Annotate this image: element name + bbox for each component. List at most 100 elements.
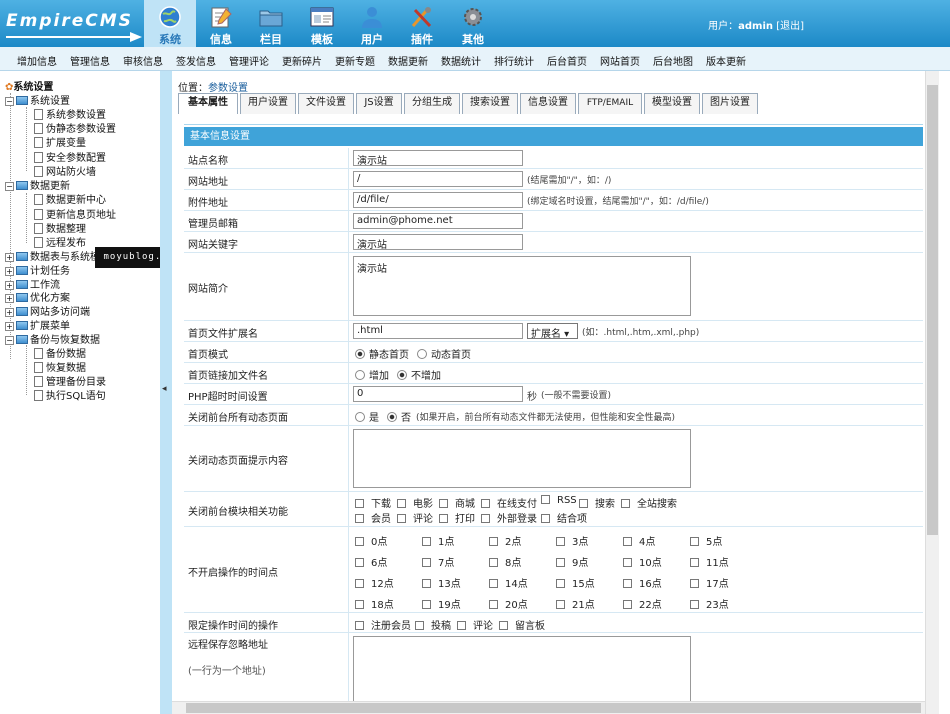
- nav-tab-template[interactable]: 模板: [296, 0, 348, 47]
- tree-item[interactable]: 数据整理: [34, 220, 86, 235]
- tree-group[interactable]: + 计划任务: [5, 262, 70, 277]
- expand-icon[interactable]: +: [5, 294, 14, 303]
- timeout-input[interactable]: 0: [353, 386, 523, 402]
- tree-item[interactable]: 管理备份目录: [34, 373, 106, 388]
- hour-checkbox[interactable]: 9点: [556, 554, 588, 569]
- hour-checkbox[interactable]: 17点: [690, 575, 729, 590]
- expand-icon[interactable]: +: [5, 308, 14, 317]
- checkbox-combined[interactable]: 结合项: [541, 510, 587, 525]
- expand-icon[interactable]: +: [5, 322, 14, 331]
- tree-group-update[interactable]: − 数据更新: [5, 177, 70, 192]
- sub-menu-item[interactable]: 排行统计: [494, 53, 534, 68]
- hour-checkbox[interactable]: 11点: [690, 554, 729, 569]
- tree-group-system[interactable]: − 系统设置: [5, 92, 70, 107]
- checkbox-member[interactable]: 会员: [355, 510, 391, 525]
- keywords-input[interactable]: 演示站: [353, 234, 523, 250]
- hour-checkbox[interactable]: 16点: [623, 575, 662, 590]
- remote-textarea[interactable]: [353, 636, 691, 704]
- hour-checkbox[interactable]: 21点: [556, 596, 595, 611]
- tab-user[interactable]: 用户设置: [240, 93, 296, 114]
- sub-menu-item[interactable]: 网站首页: [600, 53, 640, 68]
- nav-tab-system[interactable]: 系统: [144, 0, 196, 47]
- hour-checkbox[interactable]: 12点: [355, 575, 394, 590]
- checkbox-site-search[interactable]: 全站搜索: [621, 495, 677, 510]
- collapse-arrow-icon[interactable]: ◂: [162, 384, 167, 394]
- tab-image[interactable]: 图片设置: [702, 93, 758, 114]
- tab-model[interactable]: 模型设置: [644, 93, 700, 114]
- close-msg-textarea[interactable]: [353, 429, 691, 488]
- checkbox-comment[interactable]: 评论: [457, 617, 493, 632]
- hour-checkbox[interactable]: 19点: [422, 596, 461, 611]
- hour-checkbox[interactable]: 23点: [690, 596, 729, 611]
- sub-menu-item[interactable]: 管理信息: [70, 53, 110, 68]
- radio-yes[interactable]: 是: [355, 409, 379, 424]
- tree-item[interactable]: 更新信息页地址: [34, 206, 116, 221]
- tree-item[interactable]: 安全参数配置: [34, 149, 106, 164]
- hour-checkbox[interactable]: 22点: [623, 596, 662, 611]
- checkbox-guestbook[interactable]: 留言板: [499, 617, 545, 632]
- collapse-icon[interactable]: −: [5, 336, 14, 345]
- sub-menu-item[interactable]: 后台地图: [653, 53, 693, 68]
- tree-item[interactable]: 备份数据: [34, 345, 86, 360]
- hour-checkbox[interactable]: 3点: [556, 533, 588, 548]
- tree-item[interactable]: 恢复数据: [34, 359, 86, 374]
- checkbox-search[interactable]: 搜索: [579, 495, 615, 510]
- radio-dynamic[interactable]: 动态首页: [417, 346, 471, 361]
- tree-group[interactable]: + 优化方案: [5, 289, 70, 304]
- tree-item[interactable]: 执行SQL语句: [34, 387, 106, 402]
- sub-menu-item[interactable]: 更新专题: [335, 53, 375, 68]
- logout-link[interactable]: [退出]: [776, 21, 804, 32]
- horizontal-scrollbar[interactable]: [172, 701, 925, 714]
- hour-checkbox[interactable]: 7点: [422, 554, 454, 569]
- hour-checkbox[interactable]: 5点: [690, 533, 722, 548]
- nav-tab-user[interactable]: 用户: [346, 0, 398, 47]
- radio-no-add[interactable]: 不增加: [397, 367, 441, 382]
- hour-checkbox[interactable]: 10点: [623, 554, 662, 569]
- scroll-thumb[interactable]: [186, 703, 921, 713]
- sub-menu-item[interactable]: 审核信息: [123, 53, 163, 68]
- vertical-scrollbar[interactable]: [925, 71, 939, 714]
- hour-checkbox[interactable]: 14点: [489, 575, 528, 590]
- tree-item[interactable]: 远程发布: [34, 234, 86, 249]
- tree-group-backup[interactable]: − 备份与恢复数据: [5, 331, 100, 346]
- checkbox-comment[interactable]: 评论: [397, 510, 433, 525]
- sub-menu-item[interactable]: 增加信息: [17, 53, 57, 68]
- checkbox-contribute[interactable]: 投稿: [415, 617, 451, 632]
- tab-ftp-email[interactable]: FTP/EMAIL: [578, 93, 642, 114]
- collapse-icon[interactable]: −: [5, 182, 14, 191]
- sub-menu-item[interactable]: 后台首页: [547, 53, 587, 68]
- radio-add[interactable]: 增加: [355, 367, 389, 382]
- tab-info[interactable]: 信息设置: [520, 93, 576, 114]
- hour-checkbox[interactable]: 15点: [556, 575, 595, 590]
- hour-checkbox[interactable]: 6点: [355, 554, 387, 569]
- checkbox-shop[interactable]: 商城: [439, 495, 475, 510]
- sidebar-splitter[interactable]: ◂: [160, 71, 172, 714]
- hour-checkbox[interactable]: 20点: [489, 596, 528, 611]
- tab-basic[interactable]: 基本属性: [178, 93, 238, 114]
- hour-checkbox[interactable]: 0点: [355, 533, 387, 548]
- hour-checkbox[interactable]: 13点: [422, 575, 461, 590]
- radio-no[interactable]: 否: [387, 409, 411, 424]
- tree-item[interactable]: 网站防火墙: [34, 163, 96, 178]
- expand-icon[interactable]: +: [5, 253, 14, 262]
- site-name-input[interactable]: 演示站: [353, 150, 523, 166]
- intro-textarea[interactable]: 演示站: [353, 256, 691, 316]
- tab-search[interactable]: 搜索设置: [462, 93, 518, 114]
- tree-root[interactable]: ✿系统设置: [5, 78, 53, 93]
- tree-group[interactable]: + 扩展菜单: [5, 317, 70, 332]
- sub-menu-item[interactable]: 数据更新: [388, 53, 428, 68]
- ext-input[interactable]: .html: [353, 323, 523, 339]
- nav-tab-plugin[interactable]: 插件: [396, 0, 448, 47]
- tree-item[interactable]: 扩展变量: [34, 134, 86, 149]
- hour-checkbox[interactable]: 4点: [623, 533, 655, 548]
- tab-file[interactable]: 文件设置: [298, 93, 354, 114]
- ext-select[interactable]: 扩展名 ▾: [527, 323, 578, 340]
- sub-menu-item[interactable]: 数据统计: [441, 53, 481, 68]
- checkbox-rss[interactable]: RSS: [541, 495, 577, 506]
- file-url-input[interactable]: /d/file/: [353, 192, 523, 208]
- hour-checkbox[interactable]: 8点: [489, 554, 521, 569]
- sub-menu-item[interactable]: 更新碎片: [282, 53, 322, 68]
- sub-menu-item[interactable]: 签发信息: [176, 53, 216, 68]
- hour-checkbox[interactable]: 2点: [489, 533, 521, 548]
- checkbox-download[interactable]: 下载: [355, 495, 391, 510]
